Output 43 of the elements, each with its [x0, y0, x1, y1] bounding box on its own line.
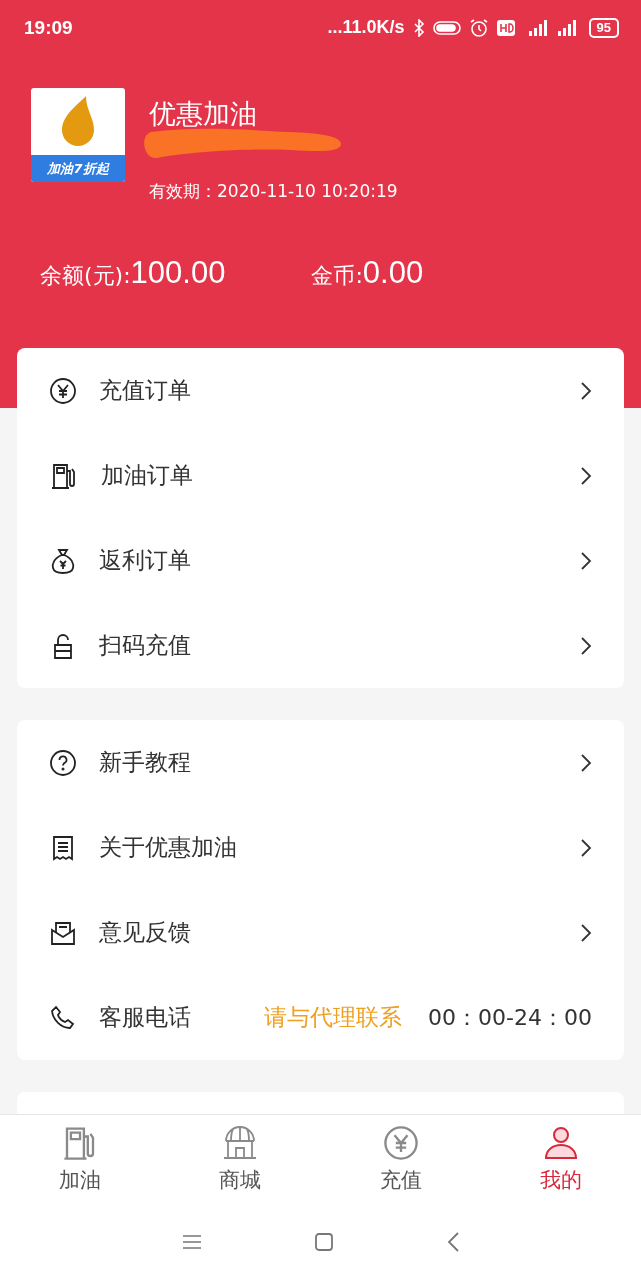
- agent-contact-note: 请与代理联系: [264, 1003, 403, 1032]
- menu-item[interactable]: 返利订单: [17, 518, 624, 603]
- menu-label: 客服电话: [99, 1003, 192, 1032]
- battery-indicator: 95: [588, 17, 619, 38]
- status-time: 19:09: [24, 16, 73, 39]
- toggle-icon: [432, 19, 461, 36]
- balance-value: 100.00: [130, 255, 226, 291]
- menu-item[interactable]: 加油订单: [17, 433, 624, 518]
- tab-item[interactable]: 充值: [320, 1115, 481, 1203]
- menu-item[interactable]: 关于优惠加油: [17, 805, 624, 890]
- alarm-icon: [468, 17, 489, 38]
- chevron-right-icon: [580, 380, 592, 401]
- yuan-coin-icon: [382, 1124, 419, 1162]
- chevron-right-icon: [580, 752, 592, 773]
- chevron-right-icon: [580, 635, 592, 656]
- balance-label: 余额(元):: [40, 262, 131, 290]
- menu-icon[interactable]: [181, 1233, 202, 1250]
- menu-item[interactable]: 扫码充值: [17, 603, 624, 688]
- logo-slogan: 加油7折起: [31, 155, 125, 182]
- chevron-right-icon: [580, 837, 592, 858]
- back-icon[interactable]: [445, 1230, 460, 1253]
- network-speed: ...11.0K/s: [327, 17, 405, 38]
- chevron-right-icon: [580, 550, 592, 571]
- balance-value: 0.00: [362, 255, 424, 291]
- balance-label: 金币:: [311, 262, 363, 290]
- menu-item[interactable]: 充值订单: [17, 348, 624, 433]
- tab-item[interactable]: 商城: [160, 1115, 321, 1203]
- home-square-icon[interactable]: [313, 1231, 334, 1252]
- yuan-coin-icon: [49, 376, 77, 405]
- hd-icon: [496, 19, 515, 36]
- service-hours: 00：00-24：00: [428, 1003, 592, 1032]
- tab-item[interactable]: 我的: [480, 1115, 641, 1203]
- validity-date: 有效期：2020-11-10 10:20:19: [149, 180, 398, 203]
- bluetooth-icon: [412, 18, 425, 37]
- tab-item[interactable]: 加油: [0, 1115, 161, 1203]
- chevron-right-icon: [580, 465, 592, 486]
- money-bag-icon: [49, 546, 77, 575]
- phone-icon: [49, 1003, 77, 1032]
- user-name: 优惠加油: [149, 97, 258, 131]
- help-icon: [49, 748, 77, 777]
- chevron-right-icon: [580, 922, 592, 943]
- menu-item[interactable]: 意见反馈: [17, 890, 624, 975]
- menu-item[interactable]: 新手教程: [17, 720, 624, 805]
